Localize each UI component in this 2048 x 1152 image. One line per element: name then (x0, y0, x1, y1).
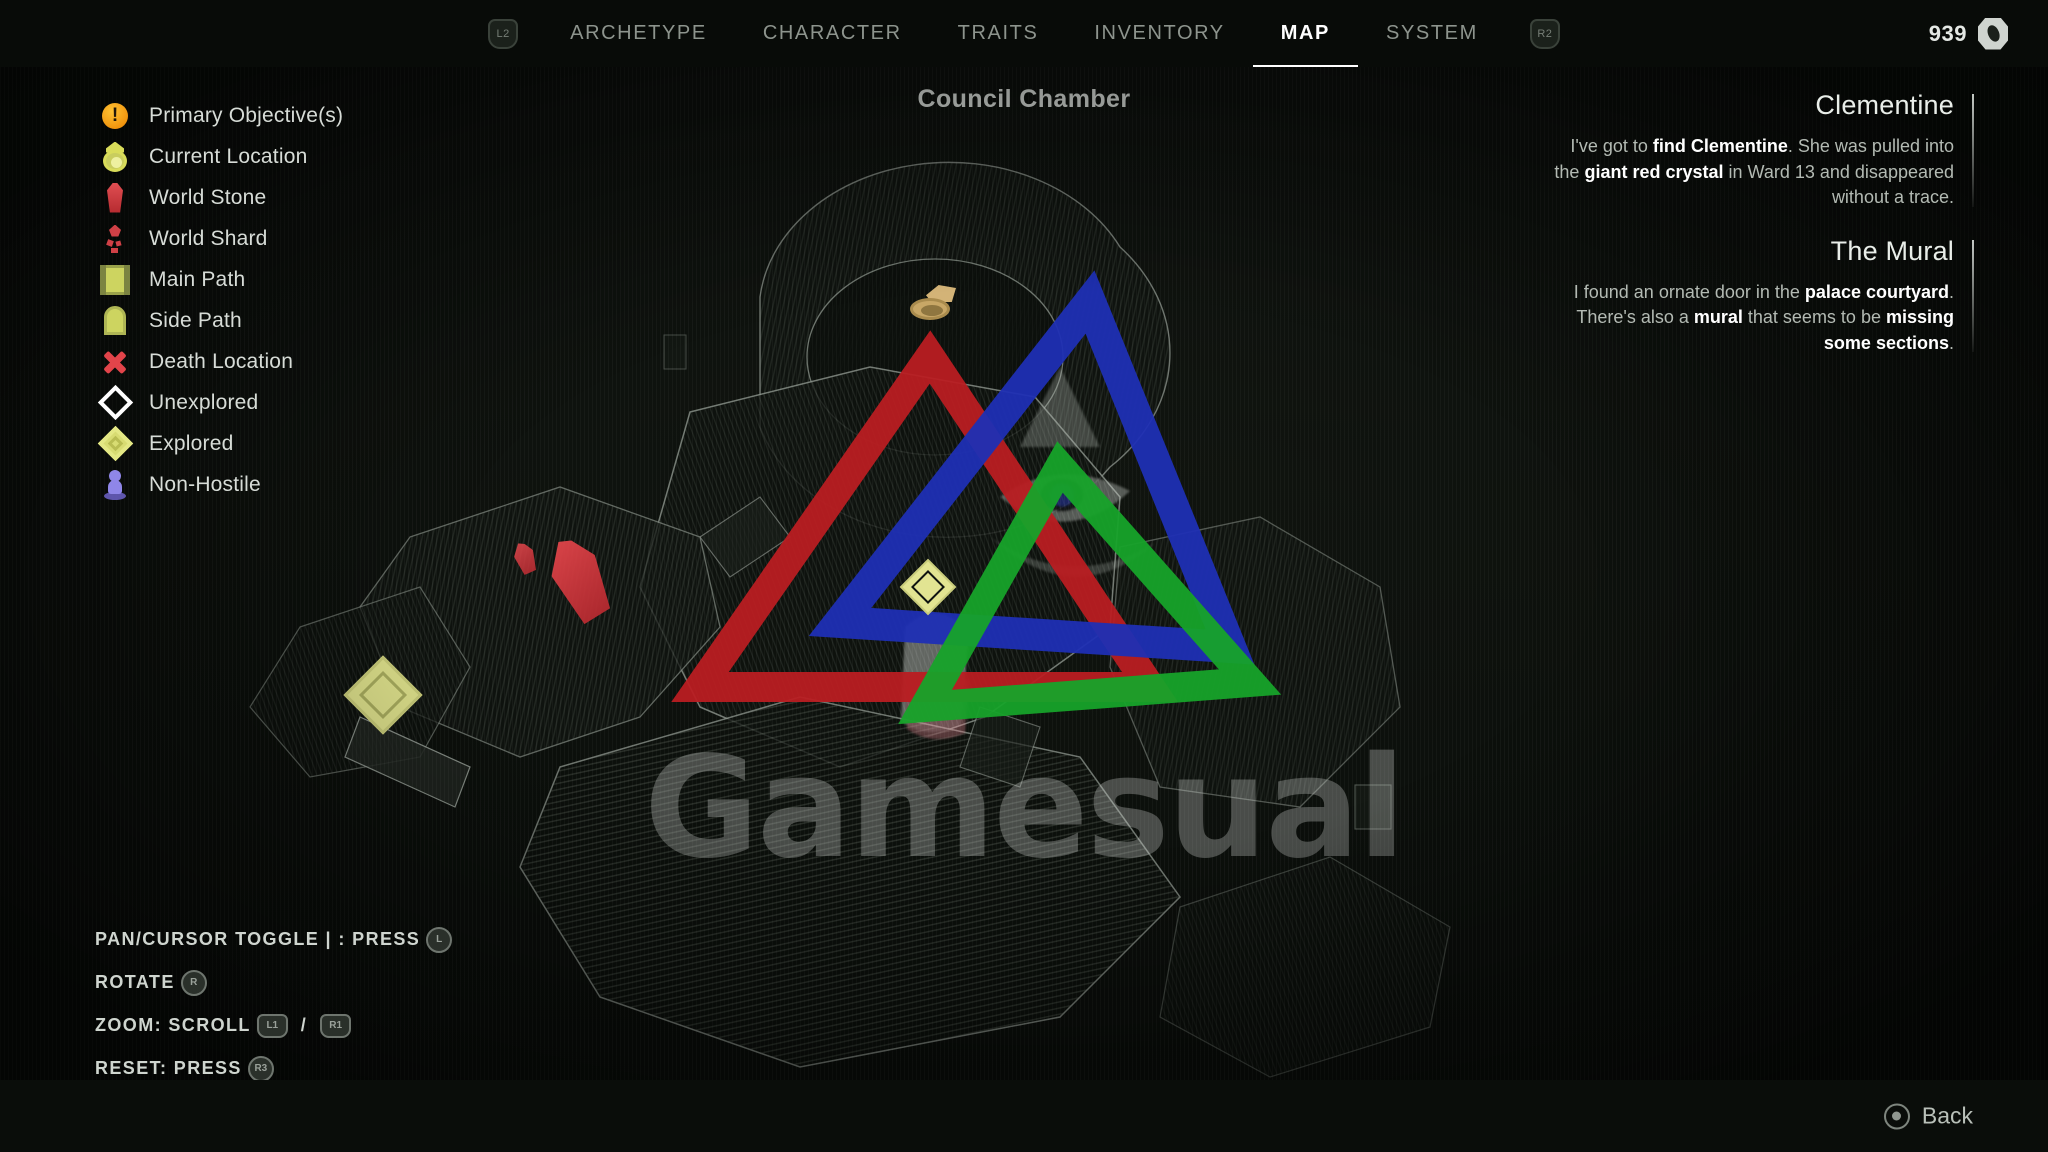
button-glyph-r3[interactable]: R3 (247, 1055, 274, 1082)
tab-traits[interactable]: TRAITS (930, 0, 1067, 67)
left-bumper-icon[interactable]: L2 (488, 18, 519, 49)
legend-item-non-hostile: Non-Hostile (95, 464, 343, 505)
quest-title-the-mural: The Mural (1830, 235, 1954, 266)
world-shard-icon (95, 222, 135, 256)
back-button[interactable]: Back (1883, 1102, 1973, 1130)
currency-amount: 939 (1928, 20, 1967, 46)
quest-description-the-mural: I found an ornate door in the palace cou… (1573, 281, 1954, 353)
legend-label-world-stone: World Stone (149, 185, 267, 209)
tab-character[interactable]: CHARACTER (735, 0, 930, 67)
bottom-bar: Back (0, 1080, 2048, 1152)
legend-label-side-path: Side Path (149, 308, 242, 332)
main-path-door-icon (95, 263, 135, 297)
control-hints: PAN/CURSOR TOGGLE | : PRESS L ROTATE R Z… (95, 918, 458, 1090)
control-separator: / (300, 1015, 308, 1035)
control-hint-rotate: ROTATE R (95, 961, 458, 1004)
button-glyph-l1[interactable]: L1 (256, 1013, 288, 1038)
map-screen: Gamesual Council Chamber L2 ARCHETYPE CH… (0, 0, 2048, 1152)
current-location-marker[interactable] (908, 285, 956, 325)
control-label-zoom: ZOOM: SCROLL (95, 1015, 251, 1035)
control-hint-zoom: ZOOM: SCROLL L1 / R1 (95, 1004, 458, 1047)
legend-item-explored: Explored (95, 423, 343, 464)
control-label-reset: RESET: PRESS (95, 1058, 242, 1078)
control-label-pan-cursor: PAN/CURSOR TOGGLE | : PRESS (95, 929, 421, 949)
legend-label-primary-objective: Primary Objective(s) (149, 103, 344, 127)
control-label-rotate: ROTATE (95, 972, 175, 992)
legend-item-world-shard: World Shard (95, 218, 343, 259)
right-bumper-icon[interactable]: R2 (1529, 18, 1560, 49)
map-legend: Primary Objective(s) Current Location Wo… (95, 95, 343, 505)
quest-the-mural: The Mural I found an ornate door in the … (1544, 236, 1974, 357)
legend-label-death-location: Death Location (149, 349, 294, 373)
tab-system[interactable]: SYSTEM (1358, 0, 1506, 67)
legend-item-world-stone: World Stone (95, 177, 343, 218)
quest-title-clementine: Clementine (1815, 90, 1954, 120)
legend-item-side-path: Side Path (95, 300, 343, 341)
currency-display: 939 (1929, 0, 2008, 67)
button-glyph-l[interactable]: L (426, 926, 453, 953)
nav-tabs-container: L2 ARCHETYPE CHARACTER TRAITS INVENTORY … (464, 0, 1584, 67)
legend-label-main-path: Main Path (149, 267, 246, 291)
legend-label-non-hostile: Non-Hostile (149, 472, 261, 496)
legend-label-unexplored: Unexplored (149, 390, 259, 414)
button-glyph-r[interactable]: R (180, 969, 207, 996)
world-stone-icon (95, 181, 135, 215)
legend-item-main-path: Main Path (95, 259, 343, 300)
quest-clementine: Clementine I've got to find Clementine. … (1544, 90, 1974, 211)
tab-map[interactable]: MAP (1252, 0, 1359, 67)
explored-diamond-icon (95, 425, 135, 462)
non-hostile-person-icon (95, 468, 135, 502)
current-location-icon (95, 140, 135, 174)
control-hint-pan-cursor-toggle: PAN/CURSOR TOGGLE | : PRESS L (95, 918, 458, 961)
legend-label-current-location: Current Location (149, 144, 308, 168)
exclamation-circle-icon (95, 99, 135, 133)
legend-label-explored: Explored (149, 431, 234, 455)
legend-label-world-shard: World Shard (149, 226, 268, 250)
back-button-label: Back (1921, 1102, 1973, 1129)
circle-button-icon (1883, 1103, 1910, 1129)
legend-item-unexplored: Unexplored (95, 382, 343, 423)
legend-item-primary-objective: Primary Objective(s) (95, 95, 343, 136)
unexplored-diamond-icon (95, 384, 135, 421)
death-cross-icon (95, 345, 135, 379)
legend-item-death-location: Death Location (95, 341, 343, 382)
legend-item-current-location: Current Location (95, 136, 343, 177)
quest-panel: Clementine I've got to find Clementine. … (1544, 90, 1974, 381)
scrap-icon (1978, 17, 2008, 50)
button-glyph-r1[interactable]: R1 (320, 1013, 352, 1038)
top-navigation-bar: L2 ARCHETYPE CHARACTER TRAITS INVENTORY … (0, 0, 2048, 67)
side-path-door-icon (95, 304, 135, 338)
tab-archetype[interactable]: ARCHETYPE (542, 0, 735, 67)
tab-inventory[interactable]: INVENTORY (1066, 0, 1252, 67)
quest-description-clementine: I've got to find Clementine. She was pul… (1554, 136, 1954, 208)
current-location-disc (910, 298, 950, 320)
